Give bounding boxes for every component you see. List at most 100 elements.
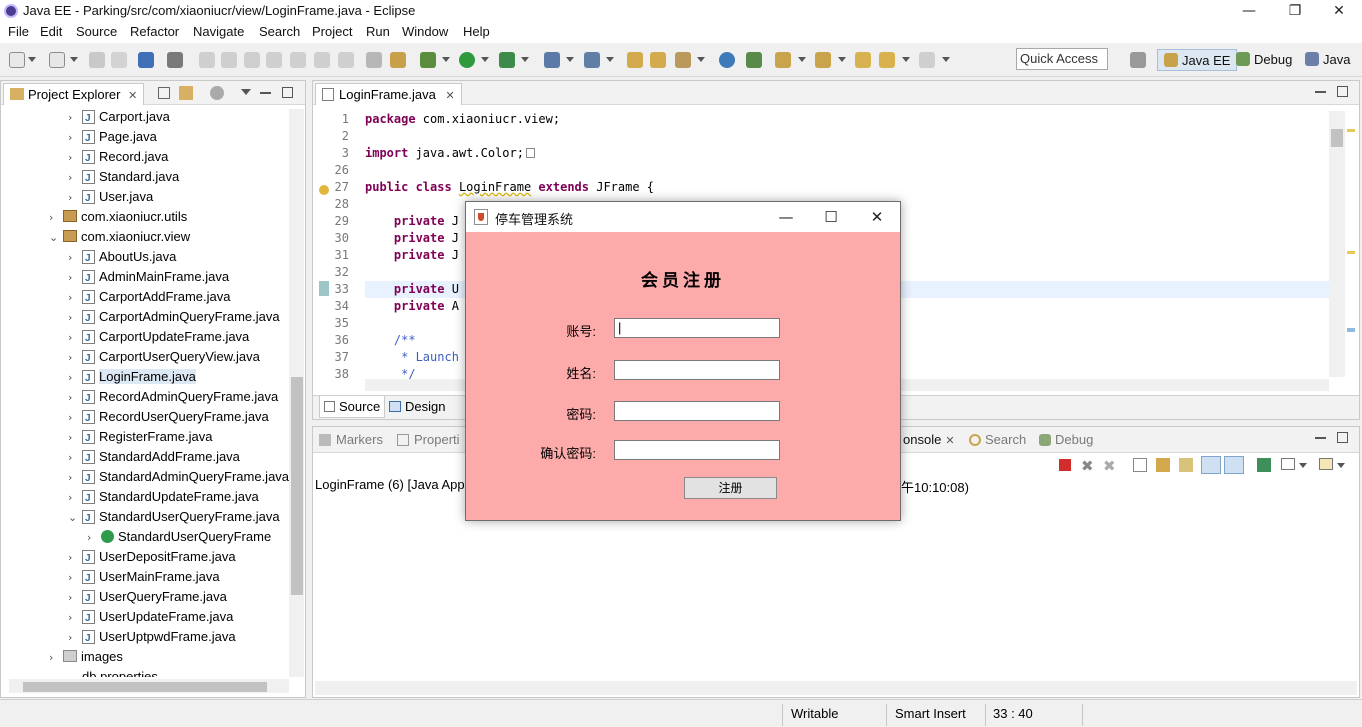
menu-file[interactable]: File	[8, 24, 29, 39]
back-dropdown-icon[interactable]	[902, 57, 910, 62]
tree-item-carport-java[interactable]: ›Carport.java	[68, 107, 170, 127]
tree-item-db-properties[interactable]: db.properties	[68, 667, 158, 677]
minimize-button[interactable]: —	[1226, 0, 1272, 22]
expand-arrow-icon[interactable]: ›	[68, 348, 82, 368]
project-explorer-close-icon[interactable]: ✕	[128, 90, 137, 102]
tree-item-page-java[interactable]: ›Page.java	[68, 127, 157, 147]
menu-source[interactable]: Source	[76, 24, 117, 39]
dialog-maximize-button[interactable]: ☐	[809, 206, 853, 228]
expand-arrow-icon[interactable]: ›	[68, 288, 82, 308]
perspective-java[interactable]: Java	[1305, 49, 1350, 71]
bottom-minimize-icon[interactable]	[1315, 437, 1326, 439]
expand-arrow-icon[interactable]: ›	[68, 428, 82, 448]
menu-run[interactable]: Run	[366, 24, 390, 39]
tree-item-adminmainframe-java[interactable]: ›AdminMainFrame.java	[68, 267, 229, 287]
save-all-icon[interactable]	[111, 52, 127, 68]
expand-arrow-icon[interactable]: ›	[68, 488, 82, 508]
explorer-horizontal-scroll-thumb[interactable]	[23, 682, 267, 692]
expand-arrow-icon[interactable]: ›	[49, 648, 63, 668]
explorer-vertical-scroll-thumb[interactable]	[291, 377, 303, 595]
collapse-arrow-icon[interactable]: ⌄	[68, 508, 82, 528]
search-tool-dropdown-icon[interactable]	[697, 57, 705, 62]
expand-arrow-icon[interactable]: ›	[68, 588, 82, 608]
expand-arrow-icon[interactable]: ›	[68, 308, 82, 328]
expand-arrow-icon[interactable]: ›	[87, 528, 101, 548]
new-dropdown-icon[interactable]	[28, 57, 36, 62]
expand-arrow-icon[interactable]: ›	[68, 168, 82, 188]
menu-refactor[interactable]: Refactor	[130, 24, 179, 39]
tree-item-carportuserqueryview-java[interactable]: ›CarportUserQueryView.java	[68, 347, 260, 367]
toggle-mark-icon[interactable]	[366, 52, 382, 68]
console-close-icon[interactable]: ✕	[945, 435, 954, 447]
open-console-icon[interactable]	[1319, 458, 1333, 470]
tree-item-aboutus-java[interactable]: ›AboutUs.java	[68, 247, 176, 267]
menu-search[interactable]: Search	[259, 24, 300, 39]
design-tab[interactable]: Design	[389, 399, 445, 414]
link-editor-icon[interactable]	[179, 86, 193, 100]
debug-tab[interactable]: Debug	[1039, 432, 1093, 447]
tree-item-record-java[interactable]: ›Record.java	[68, 147, 168, 167]
tree-item-carportupdateframe-java[interactable]: ›CarportUpdateFrame.java	[68, 327, 249, 347]
forward-icon[interactable]	[919, 52, 935, 68]
expand-arrow-icon[interactable]: ›	[68, 328, 82, 348]
scroll-lock-icon[interactable]	[1156, 458, 1170, 472]
terminate-icon[interactable]	[244, 52, 260, 68]
editor-minimize-icon[interactable]	[1315, 91, 1326, 93]
project-explorer-tab[interactable]: Project Explorer ✕	[3, 83, 144, 105]
expand-arrow-icon[interactable]: ›	[68, 608, 82, 628]
menu-help[interactable]: Help	[463, 24, 490, 39]
globe-icon[interactable]	[719, 52, 735, 68]
remove-all-icon[interactable]: ✖	[1103, 457, 1116, 475]
new-server-icon[interactable]	[544, 52, 560, 68]
new-class-icon[interactable]	[584, 52, 600, 68]
pin-console-icon[interactable]	[1257, 458, 1271, 472]
last-edit-icon[interactable]	[855, 52, 871, 68]
open-perspective-icon[interactable]	[1130, 52, 1146, 68]
step-over-icon[interactable]	[290, 52, 306, 68]
editor-vertical-scrollbar[interactable]	[1329, 111, 1345, 377]
expand-arrow-icon[interactable]: ›	[68, 408, 82, 428]
open-task-icon[interactable]	[650, 52, 666, 68]
collapse-all-icon[interactable]	[158, 87, 170, 99]
new-icon[interactable]	[9, 52, 25, 68]
new-server-dropdown-icon[interactable]	[566, 57, 574, 62]
tree-item-standardadminqueryframe-java[interactable]: ›StandardAdminQueryFrame.java	[68, 467, 289, 487]
display-console-dropdown-icon[interactable]	[1299, 463, 1307, 468]
tree-item-userqueryframe-java[interactable]: ›UserQueryFrame.java	[68, 587, 227, 607]
expand-arrow-icon[interactable]: ›	[68, 568, 82, 588]
tree-item-recorduserqueryframe-java[interactable]: ›RecordUserQueryFrame.java	[68, 407, 269, 427]
tree-item-images[interactable]: ›images	[49, 647, 123, 667]
markers-tab[interactable]: Markers	[319, 432, 383, 447]
maximize-button[interactable]: ❐	[1272, 0, 1318, 22]
servers-icon[interactable]	[390, 52, 406, 68]
save-icon[interactable]	[89, 52, 105, 68]
tree-item-usermainframe-java[interactable]: ›UserMainFrame.java	[68, 567, 220, 587]
terminate-icon[interactable]	[1059, 459, 1071, 471]
new-wizard-dropdown-icon[interactable]	[70, 57, 78, 62]
tree-item-standardupdateframe-java[interactable]: ›StandardUpdateFrame.java	[68, 487, 259, 507]
run-dropdown-icon[interactable]	[481, 57, 489, 62]
next-annotation-dropdown-icon[interactable]	[798, 57, 806, 62]
prev-annotation-dropdown-icon[interactable]	[838, 57, 846, 62]
overview-warning-mark[interactable]	[1347, 129, 1355, 132]
tree-item-package-view[interactable]: ⌄com.xiaoniucr.view	[49, 227, 190, 247]
forward-dropdown-icon[interactable]	[942, 57, 950, 62]
expand-arrow-icon[interactable]: ›	[49, 208, 63, 228]
step-into-icon[interactable]	[266, 52, 282, 68]
editor-tab-close-icon[interactable]: ✕	[445, 90, 454, 102]
expand-arrow-icon[interactable]: ›	[68, 128, 82, 148]
expand-arrow-icon[interactable]: ›	[68, 548, 82, 568]
debug-dropdown-icon[interactable]	[442, 57, 450, 62]
expand-arrow-icon[interactable]: ›	[68, 448, 82, 468]
account-input[interactable]: |	[614, 318, 780, 338]
expand-arrow-icon[interactable]: ›	[68, 468, 82, 488]
editor-vertical-scroll-thumb[interactable]	[1331, 129, 1343, 147]
expand-arrow-icon[interactable]: ›	[68, 388, 82, 408]
prev-annotation-icon[interactable]	[815, 52, 831, 68]
annotation-icon[interactable]	[746, 52, 762, 68]
expand-arrow-icon[interactable]: ›	[68, 148, 82, 168]
tree-item-package-utils[interactable]: ›com.xiaoniucr.utils	[49, 207, 187, 227]
tree-item-carportadminqueryframe-java[interactable]: ›CarportAdminQueryFrame.java	[68, 307, 280, 327]
back-icon[interactable]	[879, 52, 895, 68]
filter-icon[interactable]	[210, 86, 224, 100]
